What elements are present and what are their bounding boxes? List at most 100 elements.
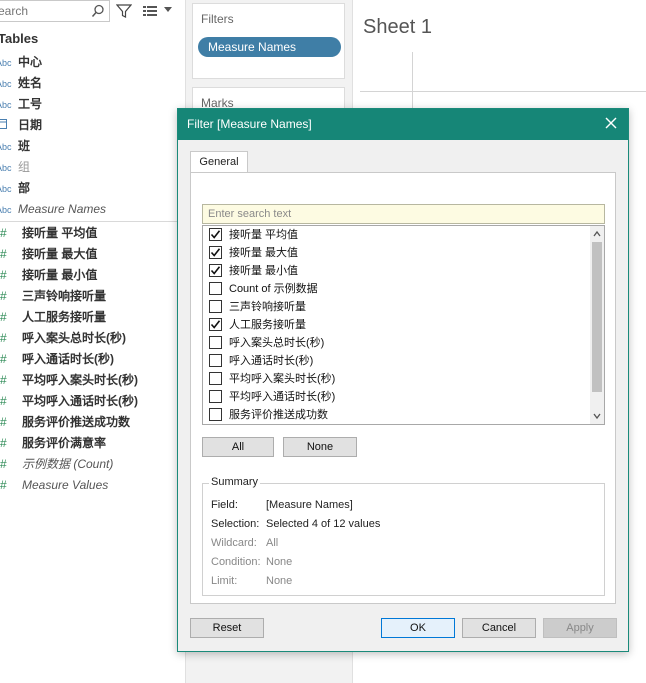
chevron-down-icon[interactable] (593, 412, 601, 420)
tab-general[interactable]: General (190, 151, 248, 173)
string-type-icon: Abc (0, 205, 12, 215)
tables-heading: Tables (0, 31, 39, 46)
filters-shelf: Filters Measure Names (192, 3, 345, 79)
summary-key: Limit: (211, 575, 238, 587)
measure-field[interactable]: # 平均呼入案头时长(秒) (0, 370, 138, 390)
sheet-divider (412, 52, 413, 112)
measure-type-icon: # (0, 373, 7, 387)
field-label: 姓名 (18, 76, 43, 90)
checkmark-icon (210, 248, 221, 257)
dimension-field[interactable]: Abc 工号 (0, 94, 42, 114)
none-button[interactable]: None (283, 437, 357, 457)
list-scrollbar[interactable] (590, 226, 604, 424)
dimension-field[interactable]: Abc Measure Names (0, 199, 106, 219)
scrollbar-thumb[interactable] (592, 242, 602, 392)
pane-divider (0, 221, 180, 222)
measure-field[interactable]: # 平均呼入通话时长(秒) (0, 391, 138, 411)
ok-button[interactable]: OK (381, 618, 455, 638)
apply-button[interactable]: Apply (543, 618, 617, 638)
field-label: 呼入通话时长(秒) (22, 352, 114, 366)
field-label: 工号 (18, 97, 43, 111)
checkbox-unchecked[interactable] (209, 408, 222, 421)
checkbox-unchecked[interactable] (209, 282, 222, 295)
summary-value: None (266, 556, 293, 568)
all-button[interactable]: All (202, 437, 274, 457)
measure-field[interactable]: # 呼入通话时长(秒) (0, 349, 114, 369)
string-type-icon: Abc (0, 184, 12, 194)
measure-type-icon: # (0, 352, 7, 366)
list-view-icon[interactable] (142, 3, 158, 19)
checkbox-unchecked[interactable] (209, 372, 222, 385)
filter-search-input[interactable]: Enter search text (202, 204, 605, 224)
measure-type-icon: # (0, 331, 7, 345)
measure-field[interactable]: # 接听量 最大值 (0, 244, 97, 264)
checkbox-unchecked[interactable] (209, 354, 222, 367)
dimension-field[interactable]: Abc 班 (0, 136, 30, 156)
measure-field[interactable]: # 示例数据 (Count) (0, 454, 113, 474)
checkbox-checked[interactable] (209, 318, 222, 331)
sheet-title: Sheet 1 (363, 16, 432, 38)
field-label: 中心 (18, 55, 43, 69)
filters-label: Filters (201, 12, 234, 26)
checkbox-unchecked[interactable] (209, 336, 222, 349)
measure-field[interactable]: # 三声铃响接听量 (0, 286, 106, 306)
measure-type-icon: # (0, 457, 7, 471)
close-icon[interactable] (604, 116, 618, 130)
string-type-icon: Abc (0, 79, 12, 89)
field-label: 组 (18, 160, 31, 174)
measure-field[interactable]: # Measure Values (0, 475, 108, 495)
dimension-field[interactable]: Abc 姓名 (0, 73, 42, 93)
value-label: 三声铃响接听量 (229, 301, 306, 313)
dimension-field[interactable]: Abc 中心 (0, 52, 42, 72)
measure-type-icon: # (0, 289, 7, 303)
measure-names-pill[interactable]: Measure Names (198, 37, 341, 57)
measure-type-icon: # (0, 436, 7, 450)
dialog-titlebar[interactable]: Filter [Measure Names] (178, 109, 628, 140)
field-label: 三声铃响接听量 (22, 289, 107, 303)
cancel-button[interactable]: Cancel (462, 618, 536, 638)
checkbox-checked[interactable] (209, 264, 222, 277)
value-label: 接听量 平均值 (229, 229, 299, 241)
checkbox-checked[interactable] (209, 228, 222, 241)
filter-icon[interactable] (116, 3, 132, 19)
checkbox-unchecked[interactable] (209, 300, 222, 313)
search-icon[interactable] (91, 4, 105, 18)
measure-field[interactable]: # 服务评价满意率 (0, 433, 106, 453)
field-label: Measure Values (22, 478, 109, 492)
field-label: 接听量 最大值 (22, 247, 98, 261)
dimension-field[interactable]: 日期 (0, 115, 42, 135)
measure-type-icon: # (0, 478, 7, 492)
data-search-input[interactable] (0, 1, 84, 21)
field-label: 日期 (18, 118, 43, 132)
measure-field[interactable]: # 呼入案头总时长(秒) (0, 328, 126, 348)
reset-button[interactable]: Reset (190, 618, 264, 638)
measure-field[interactable]: # 接听量 最小值 (0, 265, 97, 285)
summary-key: Selection: (211, 518, 260, 530)
field-label: 服务评价满意率 (22, 436, 107, 450)
summary-key: Condition: (211, 556, 261, 568)
checkmark-icon (210, 230, 221, 239)
measure-field[interactable]: # 接听量 平均值 (0, 223, 97, 243)
measure-type-icon: # (0, 247, 7, 261)
dimension-field[interactable]: Abc 部 (0, 178, 30, 198)
measure-field[interactable]: # 服务评价推送成功数 (0, 412, 130, 432)
field-label: 人工服务接听量 (22, 310, 107, 324)
checkmark-icon (210, 320, 221, 329)
value-label: 接听量 最小值 (229, 265, 299, 277)
dialog-title: Filter [Measure Names] (187, 117, 312, 131)
measure-type-icon: # (0, 268, 7, 282)
measure-type-icon: # (0, 226, 7, 240)
chevron-down-icon[interactable] (163, 4, 173, 14)
summary-key: Field: (211, 499, 238, 511)
summary-legend: Summary (209, 476, 261, 488)
checkbox-checked[interactable] (209, 246, 222, 259)
general-panel: Enter search text 接听量 平均值 接听量 最大值 接听量 最小值 C… (190, 172, 616, 604)
string-type-icon: Abc (0, 142, 12, 152)
sheet-divider (360, 91, 646, 92)
dimension-field[interactable]: Abc 组 (0, 157, 30, 177)
data-search-box[interactable] (0, 0, 110, 22)
chevron-up-icon[interactable] (593, 230, 601, 238)
measure-field[interactable]: # 人工服务接听量 (0, 307, 106, 327)
checkbox-unchecked[interactable] (209, 390, 222, 403)
value-label: 接听量 最大值 (229, 247, 299, 259)
